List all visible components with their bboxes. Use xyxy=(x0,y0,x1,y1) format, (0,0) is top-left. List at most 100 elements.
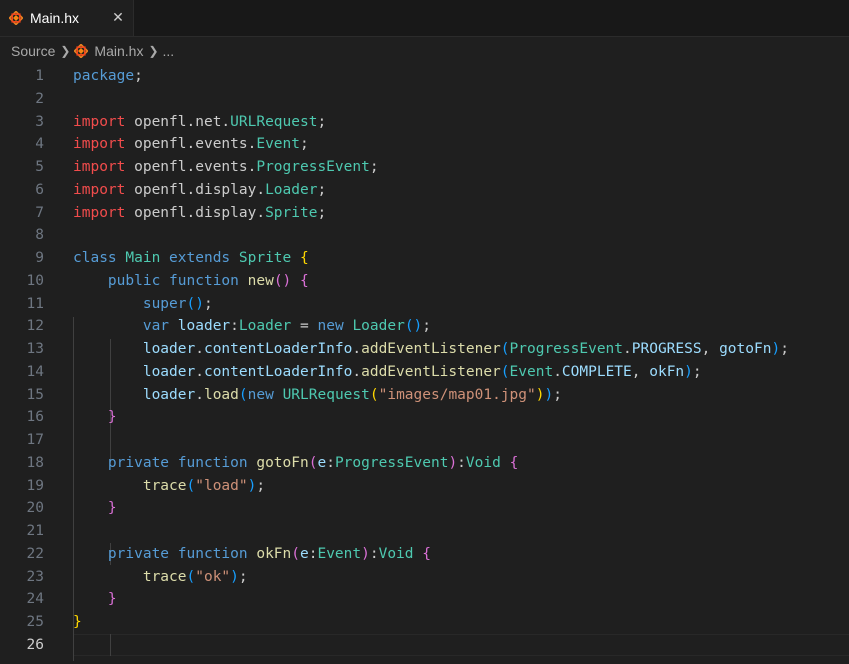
breadcrumb-source[interactable]: Source xyxy=(11,43,55,59)
close-icon[interactable]: ✕ xyxy=(110,9,126,25)
code-line[interactable]: 24 } xyxy=(0,588,849,610)
code-token: ; xyxy=(317,204,327,221)
code-editor[interactable]: 1 package; 2 3 import openfl.net.URLRequest;… xyxy=(0,65,849,664)
line-number: 7 xyxy=(35,204,44,221)
line-number: 23 xyxy=(26,568,44,585)
code-line[interactable]: 9 class Main extends Sprite { xyxy=(0,247,849,269)
code-line[interactable]: 18 private function gotoFn(e:ProgressEve… xyxy=(0,452,849,474)
code-token: import xyxy=(73,113,126,130)
code-token: . xyxy=(553,363,562,380)
line-number: 4 xyxy=(35,136,44,153)
code-line[interactable]: 6 import openfl.display.Loader; xyxy=(0,179,849,201)
code-line[interactable]: 25} xyxy=(0,611,849,633)
code-token: e xyxy=(300,545,309,562)
code-line[interactable]: 22 private function okFn(e:Event):Void { xyxy=(0,543,849,565)
code-token: class xyxy=(73,250,117,266)
code-token: ( xyxy=(369,386,379,403)
code-token: { xyxy=(509,454,519,471)
breadcrumb: Source ❯ Main.hx ❯ ... xyxy=(0,37,849,65)
code-line[interactable]: 2 xyxy=(0,88,849,110)
line-number: 20 xyxy=(26,500,44,517)
code-text: import openfl.events.Event; xyxy=(73,133,309,155)
code-token: ; xyxy=(134,68,143,84)
code-token: ) xyxy=(361,545,370,562)
code-line[interactable]: 7 import openfl.display.Sprite; xyxy=(0,202,849,224)
breadcrumb-file[interactable]: Main.hx xyxy=(94,43,143,59)
code-token: import xyxy=(73,204,126,221)
code-token: import xyxy=(73,159,126,175)
code-token: Loader xyxy=(238,318,292,335)
code-token: ) xyxy=(544,386,554,403)
code-token: openfl.events. xyxy=(125,159,257,175)
code-token: import xyxy=(73,181,126,198)
code-line[interactable]: 10 public function new() { xyxy=(0,270,849,292)
code-token: } xyxy=(107,591,117,608)
code-text: loader.contentLoaderInfo.addEventListene… xyxy=(73,338,789,360)
code-line[interactable]: 5 import openfl.events.ProgressEvent; xyxy=(0,156,849,178)
line-number: 15 xyxy=(26,386,44,403)
code-token: addEventListener xyxy=(361,341,501,357)
code-line[interactable]: 20 } xyxy=(0,497,849,519)
code-token: ; xyxy=(300,136,309,153)
code-token: contentLoaderInfo xyxy=(203,363,353,380)
code-token: : xyxy=(326,454,335,471)
code-token: PROGRESS xyxy=(631,341,702,357)
code-token: ) xyxy=(448,454,458,471)
line-number: 3 xyxy=(35,113,44,130)
code-token: package xyxy=(73,68,135,84)
code-token: function xyxy=(169,272,239,289)
code-token: new xyxy=(317,318,344,335)
code-token: ; xyxy=(256,477,266,494)
line-number: 16 xyxy=(26,409,44,426)
breadcrumb-more[interactable]: ... xyxy=(163,43,175,59)
code-line[interactable]: 4 import openfl.events.Event; xyxy=(0,133,849,155)
code-token: loader xyxy=(142,363,196,380)
code-text: super(); xyxy=(73,293,213,315)
code-text: } xyxy=(73,497,117,519)
code-token: "ok" xyxy=(195,568,231,585)
code-token: , xyxy=(701,341,720,357)
code-token: "images/map01.jpg" xyxy=(378,386,536,403)
line-number: 8 xyxy=(35,227,44,244)
code-token: COMPLETE xyxy=(561,363,632,380)
code-token: private xyxy=(107,545,170,562)
code-token: ; xyxy=(422,318,432,335)
code-token: { xyxy=(300,250,309,266)
code-line[interactable]: 19 trace("load"); xyxy=(0,475,849,497)
code-line[interactable]: 16 } xyxy=(0,406,849,428)
code-token: . xyxy=(195,341,204,357)
code-line[interactable]: 1 package; xyxy=(0,65,849,87)
line-number: 21 xyxy=(26,523,44,539)
code-token: ; xyxy=(238,568,248,585)
code-token: Event xyxy=(256,136,300,153)
code-token: var xyxy=(142,318,170,335)
code-line[interactable]: 3 import openfl.net.URLRequest; xyxy=(0,111,849,133)
code-token: trace xyxy=(142,568,187,585)
code-line[interactable]: 23 trace("ok"); xyxy=(0,566,849,588)
code-token: loader xyxy=(142,341,196,357)
code-token: ; xyxy=(553,386,562,403)
code-line[interactable]: 11 super(); xyxy=(0,293,849,315)
code-line[interactable]: 12 var loader:Loader = new Loader(); xyxy=(0,315,849,337)
tab-main-hx[interactable]: Main.hx ✕ xyxy=(0,0,134,36)
code-line[interactable]: 13 loader.contentLoaderInfo.addEventList… xyxy=(0,338,849,360)
code-token: : xyxy=(457,454,466,471)
code-token: ; xyxy=(317,181,327,198)
code-line[interactable]: 14 loader.contentLoaderInfo.addEventList… xyxy=(0,361,849,383)
code-line[interactable]: 15 loader.load(new URLRequest("images/ma… xyxy=(0,384,849,406)
code-line[interactable]: 26 xyxy=(0,634,849,656)
code-token: super xyxy=(142,295,187,312)
code-text: package; xyxy=(73,65,143,87)
code-line[interactable]: 17 xyxy=(0,429,849,451)
code-token: openfl.display. xyxy=(125,181,266,198)
code-token: load xyxy=(203,386,239,403)
line-number: 19 xyxy=(26,477,44,494)
code-line[interactable]: 8 xyxy=(0,224,849,246)
code-line[interactable]: 21 xyxy=(0,520,849,542)
